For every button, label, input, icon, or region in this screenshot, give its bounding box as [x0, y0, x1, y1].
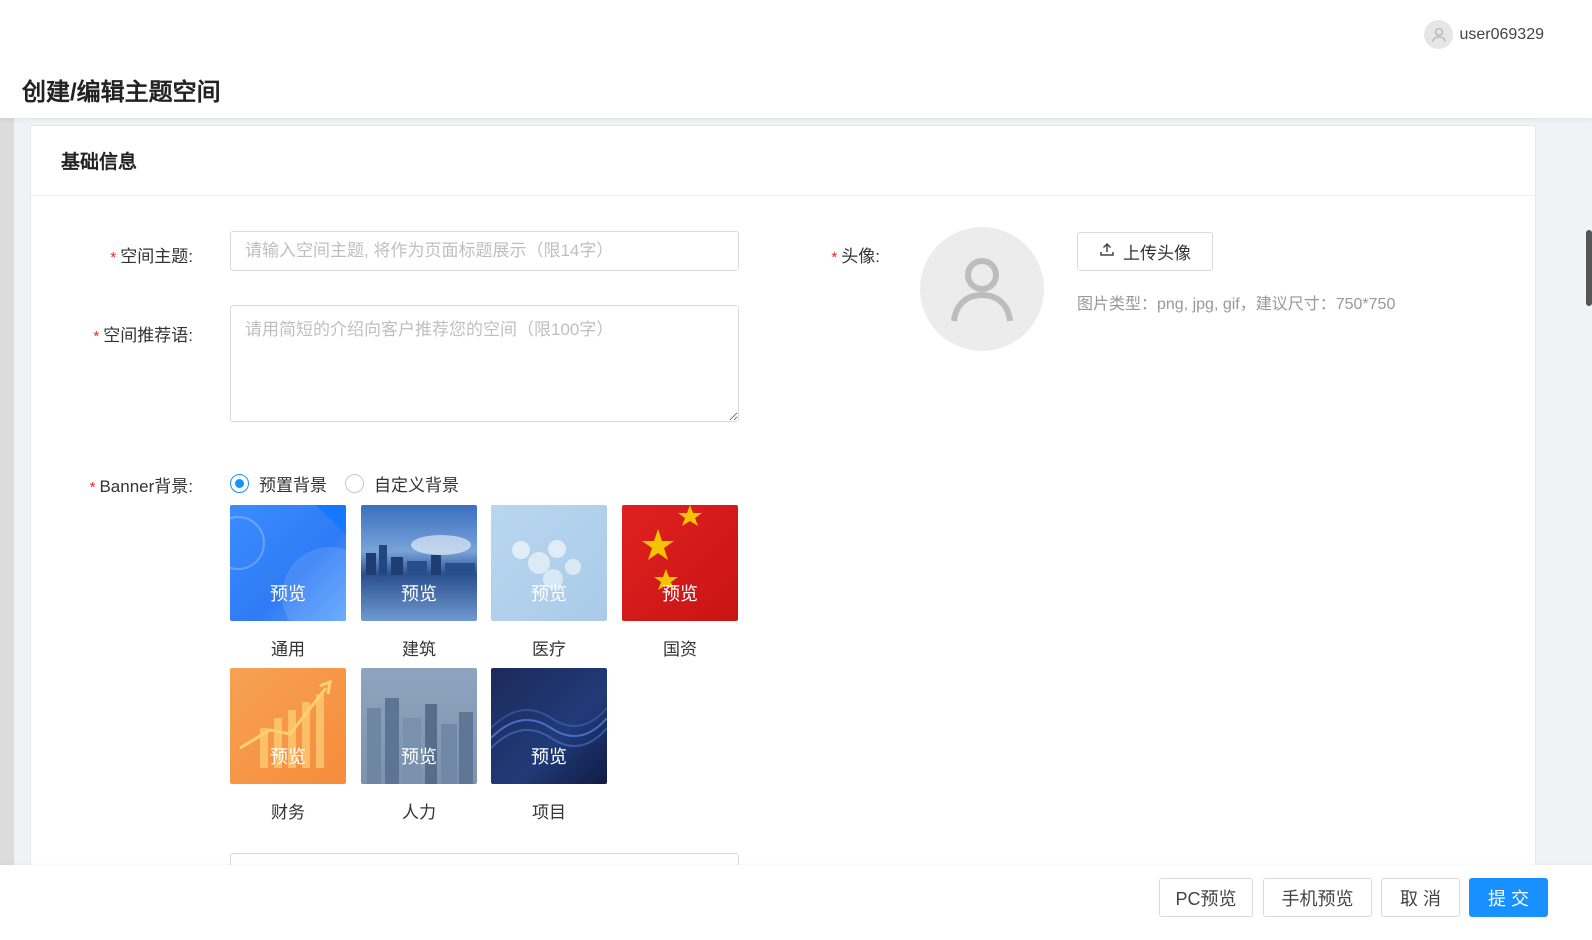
preset-caption: 建筑: [402, 640, 436, 659]
username: user069329: [1459, 25, 1544, 43]
required-mark: *: [110, 249, 117, 266]
preset-image: 预览: [491, 668, 607, 784]
preset-image: 预览: [622, 505, 738, 621]
banner-radio-group: 预置背景 自定义背景: [230, 471, 459, 496]
upload-icon: [1099, 241, 1115, 262]
user-avatar-icon: [1424, 20, 1454, 49]
preset-thumb-guozi[interactable]: 预览 国资: [622, 505, 738, 660]
preset-image: 预览: [230, 668, 346, 784]
upload-avatar-button[interactable]: 上传头像: [1077, 232, 1213, 271]
preset-thumb-xiangmu[interactable]: 预览 项目: [491, 668, 607, 823]
preset-image: 预览: [230, 505, 346, 621]
intro-label-text: 空间推荐语:: [103, 326, 193, 345]
avatar-label: * 头像:: [831, 242, 880, 267]
preset-thumb-caiwu[interactable]: 预览 财务: [230, 668, 346, 823]
radio-preset-background[interactable]: 预置背景: [230, 471, 327, 496]
preset-thumb-yiliao[interactable]: 预览 医疗: [491, 505, 607, 660]
preset-image: 预览: [361, 668, 477, 784]
preset-caption: 财务: [271, 803, 305, 822]
preset-caption: 国资: [663, 640, 697, 659]
preset-image: 预览: [491, 505, 607, 621]
banner-label-text: Banner背景:: [99, 477, 193, 496]
required-mark: *: [831, 249, 838, 266]
preset-thumb-jianzhu[interactable]: 预览 建筑: [361, 505, 477, 660]
preset-caption: 通用: [271, 640, 305, 659]
preset-thumb-renli[interactable]: 预览 人力: [361, 668, 477, 823]
cancel-button[interactable]: 取 消: [1381, 878, 1460, 917]
radio-button[interactable]: [345, 474, 364, 493]
required-mark: *: [89, 479, 96, 496]
avatar-preview: [920, 227, 1044, 351]
scrollbar-thumb[interactable]: [1586, 230, 1592, 306]
preset-caption: 项目: [532, 803, 566, 822]
required-mark: *: [93, 328, 100, 345]
radio-label: 自定义背景: [374, 476, 459, 495]
theme-label: * 空间主题:: [110, 242, 193, 267]
intro-label: * 空间推荐语:: [93, 321, 193, 346]
radio-button[interactable]: [230, 474, 249, 493]
left-gutter: [0, 118, 14, 868]
preset-thumb-tongyong[interactable]: 预览 通用: [230, 505, 346, 660]
preset-caption: 人力: [402, 803, 436, 822]
banner-label: * Banner背景:: [90, 472, 193, 497]
radio-label: 预置背景: [259, 476, 327, 495]
preview-link[interactable]: 预览: [361, 743, 477, 769]
footer-action-bar: PC预览 手机预览 取 消 提 交: [0, 865, 1592, 940]
preset-image: 预览: [361, 505, 477, 621]
avatar-label-text: 头像:: [841, 247, 880, 266]
submit-button[interactable]: 提 交: [1469, 878, 1548, 917]
user-menu[interactable]: user069329: [1424, 20, 1544, 49]
theme-label-text: 空间主题:: [120, 247, 193, 266]
intro-textarea[interactable]: [230, 305, 739, 422]
preview-link[interactable]: 预览: [361, 580, 477, 606]
section-title: 基础信息: [31, 126, 1535, 196]
radio-custom-background[interactable]: 自定义背景: [345, 471, 459, 496]
top-bar: user069329 创建/编辑主题空间: [0, 0, 1592, 118]
user-icon: [942, 247, 1022, 332]
upload-hint: 图片类型：png, jpg, gif，建议尺寸：750*750: [1077, 296, 1396, 313]
preview-link[interactable]: 预览: [622, 580, 738, 606]
page-title: 创建/编辑主题空间: [22, 79, 221, 106]
preview-link[interactable]: 预览: [491, 580, 607, 606]
theme-input[interactable]: [230, 231, 739, 271]
preview-link[interactable]: 预览: [230, 580, 346, 606]
upload-button-label: 上传头像: [1123, 244, 1191, 263]
preview-link[interactable]: 预览: [230, 743, 346, 769]
pc-preview-button[interactable]: PC预览: [1159, 878, 1253, 917]
mobile-preview-button[interactable]: 手机预览: [1263, 878, 1372, 917]
preview-link[interactable]: 预览: [491, 743, 607, 769]
basic-info-card: 基础信息 *空间主题: *空间推荐语: *Banner背景: 预置背景 自定义背…: [30, 125, 1536, 893]
preset-caption: 医疗: [532, 640, 566, 659]
